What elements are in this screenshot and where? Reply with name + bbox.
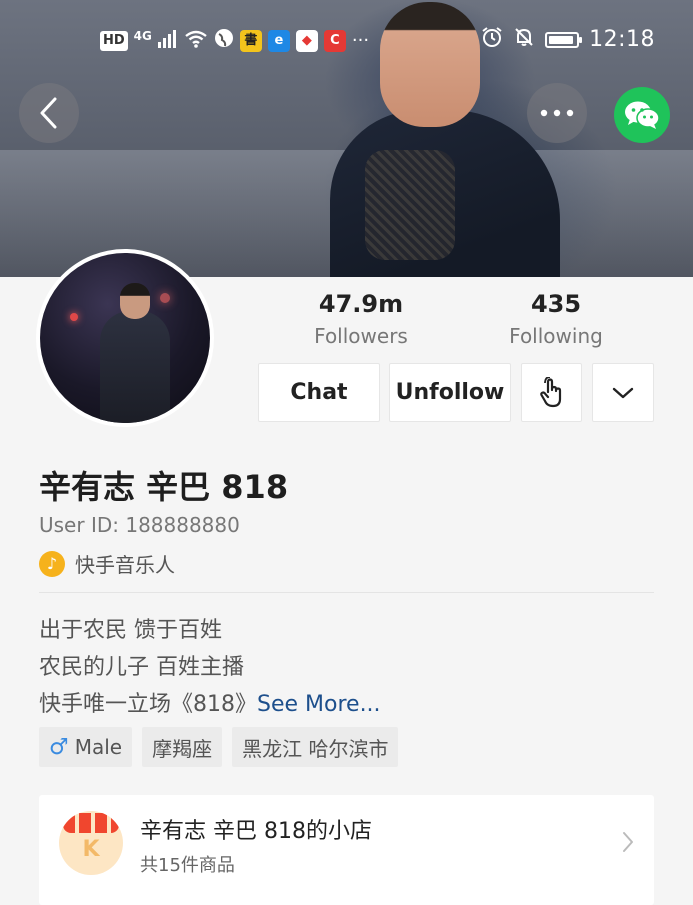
network-type: 4G <box>133 28 152 43</box>
status-bar: HD 4G 書 e ◆ C ··· 12:18 <box>0 22 693 60</box>
gender-tag: ♂ Male <box>39 727 133 767</box>
chevron-left-icon <box>40 97 57 129</box>
zodiac-tag: 摩羯座 <box>142 727 223 767</box>
shop-logo-icon: K <box>59 811 123 875</box>
expand-recommendations-button[interactable] <box>592 363 654 422</box>
browser-app-icon: e <box>267 29 290 52</box>
avatar-performer-head <box>120 283 150 319</box>
followers-stat[interactable]: 47.9m Followers <box>281 290 441 348</box>
status-time: 12:18 <box>589 27 655 52</box>
hand-tap-icon <box>539 376 561 407</box>
location-tag: 黑龙江 哈尔滨市 <box>232 727 399 767</box>
bio-line-last: 快手唯一立场《818》See More... <box>39 686 381 723</box>
avatar-performer-body <box>100 311 170 423</box>
wifi-icon <box>184 29 208 53</box>
globe-icon <box>214 28 234 53</box>
cover-performer-jacket-detail <box>365 150 455 260</box>
badge-label: 快手音乐人 <box>75 553 175 577</box>
hd-indicator: HD <box>100 30 128 51</box>
gesture-button[interactable] <box>521 363 582 422</box>
bio: 出于农民 馈于百姓 农民的儿子 百姓主播 快手唯一立场《818》See More… <box>39 612 381 723</box>
back-button[interactable] <box>19 83 79 143</box>
mute-bell-icon <box>513 26 535 53</box>
see-more-link[interactable]: See More... <box>257 692 381 717</box>
shop-logo-letter: K <box>82 837 100 862</box>
c-app-icon: C <box>323 29 346 52</box>
cover-performer-head <box>380 2 480 127</box>
signal-icon <box>157 29 178 53</box>
shop-card[interactable]: K 辛有志 辛巴 818的小店 共15件商品 <box>39 795 654 905</box>
book-app-icon: 書 <box>239 29 262 52</box>
profile-tags: ♂ Male 摩羯座 黑龙江 哈尔滨市 <box>39 727 399 767</box>
following-label: Following <box>509 324 603 348</box>
avatar[interactable] <box>36 249 214 427</box>
divider <box>39 592 654 593</box>
bio-line: 农民的儿子 百姓主播 <box>39 655 244 680</box>
gender-label: Male <box>74 735 123 759</box>
avatar-stage-light <box>160 293 170 303</box>
ellipsis-icon <box>540 109 574 117</box>
bio-line: 出于农民 馈于百姓 <box>39 618 222 643</box>
more-options-button[interactable] <box>527 83 587 143</box>
shop-title: 辛有志 辛巴 818的小店 <box>140 819 372 844</box>
game-app-icon: ◆ <box>295 29 318 52</box>
male-icon: ♂ <box>49 734 69 760</box>
following-stat[interactable]: 435 Following <box>476 290 636 348</box>
shop-awning <box>63 813 119 833</box>
avatar-stage-light <box>70 313 78 321</box>
chat-button[interactable]: Chat <box>258 363 380 422</box>
unfollow-button[interactable]: Unfollow <box>389 363 511 422</box>
music-note-icon: ♪ <box>39 550 65 577</box>
more-notifications-indicator: ··· <box>351 30 370 51</box>
status-left: HD 4G 書 e ◆ C ··· <box>100 28 369 53</box>
display-name: 辛有志 辛巴 818 <box>39 468 289 506</box>
user-id[interactable]: User ID: 188888880 <box>39 513 240 537</box>
wechat-share-button[interactable] <box>614 87 670 143</box>
music-creator-badge[interactable]: ♪ 快手音乐人 <box>39 549 175 578</box>
avatar-photo <box>40 253 210 423</box>
followers-label: Followers <box>314 324 408 348</box>
chevron-down-icon <box>612 387 634 398</box>
chevron-right-icon <box>622 831 634 857</box>
following-count: 435 <box>530 290 582 318</box>
bio-line: 快手唯一立场《818》 <box>39 692 257 717</box>
battery-icon <box>545 31 583 48</box>
wechat-icon <box>625 101 660 129</box>
shop-item-count: 共15件商品 <box>140 855 235 876</box>
alarm-icon <box>481 26 503 53</box>
status-right: 12:18 <box>481 26 655 53</box>
followers-count: 47.9m <box>318 290 404 318</box>
